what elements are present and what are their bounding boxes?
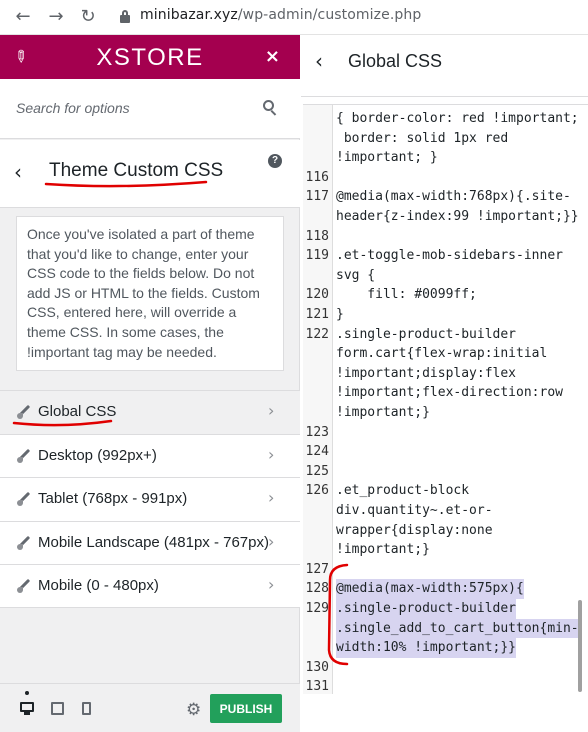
xstore-logo: XSTORE xyxy=(96,44,204,71)
code-text: .single_add_to_cart_button{min- xyxy=(336,618,579,639)
chevron-right-icon: › xyxy=(268,531,275,551)
line-number: 116 xyxy=(305,169,329,185)
menu-item-label: Mobile Landscape (481px - 767px) xyxy=(38,533,269,551)
code-text: !important; } xyxy=(336,150,438,166)
code-text: svg { xyxy=(336,267,376,283)
line-number: 131 xyxy=(305,679,329,694)
line-number: 129 xyxy=(305,601,329,616)
menu-item-mobile-landscape[interactable]: Mobile Landscape (481px - 767px) › xyxy=(0,520,300,564)
back-arrow-icon[interactable]: ← xyxy=(12,6,34,28)
code-text: div.quantity~.et-or- xyxy=(336,503,493,518)
line-number: 117 xyxy=(305,189,329,205)
panel-header: ‹ Global CSS xyxy=(301,35,588,97)
line-number: 120 xyxy=(305,287,329,303)
paintbrush-icon xyxy=(17,448,33,463)
line-number: 124 xyxy=(305,444,329,460)
line-number: 121 xyxy=(305,307,329,322)
menu-item-desktop[interactable]: Desktop (992px+) › xyxy=(0,433,300,477)
code-text: fill: #0099ff; xyxy=(336,287,477,303)
search-input[interactable] xyxy=(16,97,256,119)
code-text: width:10% !important;}} xyxy=(336,638,517,658)
gear-icon[interactable]: ⚙ xyxy=(186,700,201,720)
desktop-preview-icon[interactable] xyxy=(20,702,34,715)
publish-button[interactable]: PUBLISH xyxy=(210,694,282,723)
code-text: .et-toggle-mob-sidebars-inner xyxy=(336,248,563,264)
chevron-right-icon: › xyxy=(268,444,275,464)
code-text: } xyxy=(336,307,344,322)
menu-item-label: Mobile (0 - 480px) xyxy=(38,577,159,594)
paintbrush-icon xyxy=(17,535,33,550)
address-bar[interactable]: minibazar.xyz/wp-admin/customize.php xyxy=(140,7,421,23)
panel-title: Global CSS xyxy=(348,51,443,71)
mobile-preview-icon[interactable] xyxy=(82,702,96,715)
section-back-icon[interactable]: ‹ xyxy=(14,160,22,184)
line-number: 127 xyxy=(305,561,329,577)
menu-item-label: Global CSS xyxy=(38,403,117,420)
active-device-indicator xyxy=(25,691,29,695)
brand-bar: ✎ XSTORE × xyxy=(0,35,300,79)
paintbrush-icon xyxy=(17,404,33,419)
code-text: .single-product-builder xyxy=(336,599,517,619)
code-text: .et_product-block xyxy=(336,483,470,499)
section-header: ‹ Theme Custom CSS ? xyxy=(0,140,300,208)
customizer-footer: ⚙ PUBLISH xyxy=(0,683,300,732)
paintbrush-icon xyxy=(17,491,33,506)
forward-arrow-icon[interactable]: → xyxy=(45,6,67,28)
chevron-right-icon: › xyxy=(268,575,275,594)
code-text: { border-color: red !important; xyxy=(336,111,579,126)
chevron-right-icon: › xyxy=(268,401,275,420)
reload-icon[interactable]: ↻ xyxy=(77,6,99,28)
line-number: 125 xyxy=(305,463,329,479)
css-editor-panel: ‹ Global CSS { border-color: red !import… xyxy=(301,35,588,732)
line-number: 118 xyxy=(305,228,329,244)
close-icon[interactable]: × xyxy=(265,46,280,67)
line-number: 122 xyxy=(305,326,329,342)
menu-item-mobile[interactable]: Mobile (0 - 480px) › xyxy=(0,564,300,608)
customizer-sidebar: ✎ XSTORE × ‹ Theme Custom CSS ? Once you… xyxy=(0,35,300,732)
line-number: 128 xyxy=(305,581,329,597)
panel-back-icon[interactable]: ‹ xyxy=(315,49,323,73)
search-bar xyxy=(0,79,300,139)
menu-item-tablet[interactable]: Tablet (768px - 991px) › xyxy=(0,477,300,521)
code-text: form.cart{flex-wrap:initial xyxy=(336,346,548,362)
code-text: wrapper{display:none xyxy=(336,522,493,538)
editor-scrollbar[interactable] xyxy=(578,600,582,692)
tablet-preview-icon[interactable] xyxy=(51,702,65,715)
line-number: 130 xyxy=(305,659,329,675)
code-text: border: solid 1px red xyxy=(336,130,509,146)
line-number: 126 xyxy=(305,483,329,499)
menu-item-global-css[interactable]: Global CSS › xyxy=(0,390,300,434)
code-editor[interactable]: { border-color: red !important; border: … xyxy=(303,104,588,694)
paintbrush-icon xyxy=(17,578,33,593)
chevron-right-icon: › xyxy=(268,488,275,507)
code-text: @media(max-width:768px){.site- xyxy=(336,189,571,205)
section-description: Once you've isolated a part of theme tha… xyxy=(16,216,284,371)
code-text: header{z-index:99 !important;}} xyxy=(336,209,579,224)
code-text: !important;flex-direction:row xyxy=(336,385,563,401)
css-section-menu: Global CSS › Desktop (992px+) › Tablet (… xyxy=(0,390,300,608)
search-icon[interactable] xyxy=(263,100,279,116)
menu-item-label: Tablet (768px - 991px) xyxy=(38,490,188,507)
menu-item-label: Desktop (992px+) xyxy=(38,446,157,464)
line-number: 123 xyxy=(305,424,329,440)
code-text: @media(max-width:575px){ xyxy=(336,579,524,599)
browser-toolbar: ← → ↻ minibazar.xyz/wp-admin/customize.p… xyxy=(0,0,588,35)
line-number: 119 xyxy=(305,248,329,264)
lock-icon xyxy=(120,10,130,23)
code-text: !important;} xyxy=(336,542,430,558)
url-path: /wp-admin/customize.php xyxy=(237,7,422,23)
code-text: !important;display:flex xyxy=(336,365,517,381)
code-text: .single-product-builder xyxy=(336,326,517,342)
help-icon[interactable]: ? xyxy=(268,154,282,168)
section-title: Theme Custom CSS xyxy=(49,160,224,181)
code-text: !important;} xyxy=(336,405,430,420)
url-domain: minibazar.xyz xyxy=(140,7,238,23)
